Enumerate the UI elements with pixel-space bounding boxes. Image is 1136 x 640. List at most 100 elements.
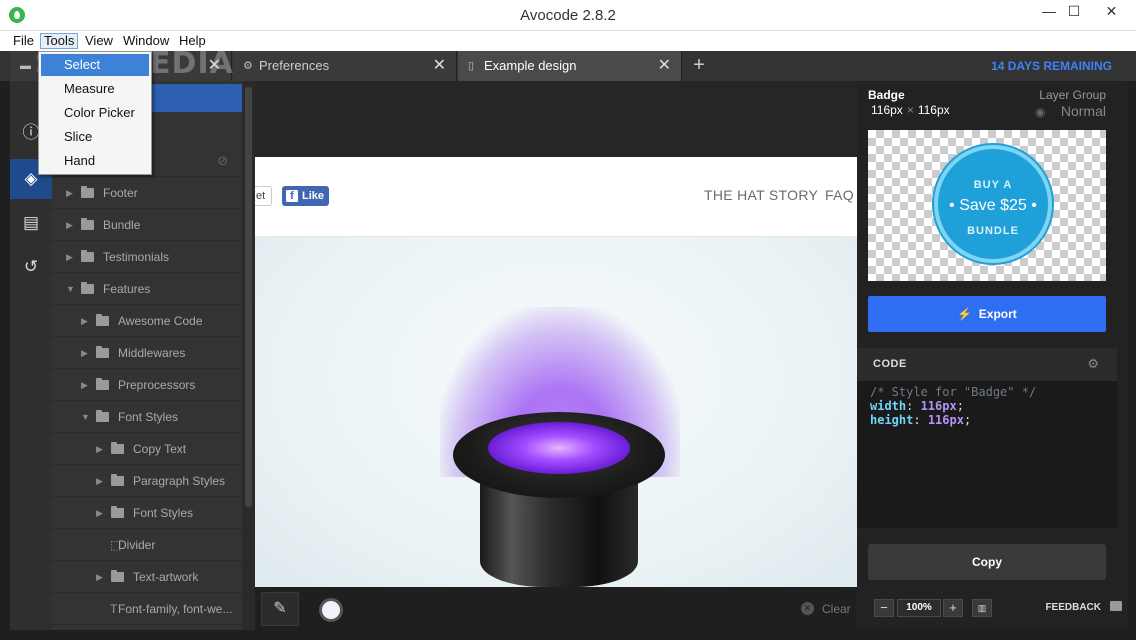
menu-item-color-picker[interactable]: Color Picker [41, 102, 149, 124]
lightning-icon: ⚡ [957, 307, 973, 321]
tab-preferences[interactable]: ⚙ Preferences ✕ [233, 51, 457, 81]
blend-mode: Normal [1060, 103, 1106, 119]
pixel-grid-icon[interactable]: ▥ [972, 599, 992, 617]
menu-item-measure[interactable]: Measure [41, 78, 149, 100]
chevron-right-icon[interactable]: ▶ [96, 465, 103, 497]
chevron-right-icon[interactable]: ▶ [66, 241, 73, 273]
layer-name: Divider [118, 538, 156, 552]
zoom-in-button[interactable]: + [943, 599, 963, 617]
right-edge [1127, 81, 1136, 640]
artboard-nav: et f Like THE HAT STORY FAQ [255, 157, 857, 237]
code-output[interactable]: /* Style for "Badge" */ width: 116px; he… [857, 381, 1117, 528]
layer-name: Features [103, 282, 151, 296]
design-canvas[interactable]: et f Like THE HAT STORY FAQ [255, 81, 857, 587]
chevron-right-icon[interactable]: ▶ [81, 305, 88, 337]
new-tab-button[interactable]: + [690, 51, 708, 81]
badge-line-2: • Save $25 • [949, 197, 1037, 214]
folder-icon [81, 282, 94, 294]
app-window: Avocode 2.8.2 — ☐ ✕ File Tools View Wind… [0, 0, 1136, 640]
layer-row[interactable]: ▶ Copy Text [52, 433, 242, 465]
layer-name: Font Styles [118, 410, 179, 424]
layer-name: Testimonials [103, 250, 170, 264]
tab-example-design-label: Example design [484, 58, 577, 73]
export-button[interactable]: ⚡ Export [868, 296, 1106, 332]
layer-preview: BUY A • Save $25 • BUNDLE [868, 130, 1106, 281]
layer-row[interactable]: ▶ Font Styles [52, 497, 242, 529]
layer-type: Layer Group [1039, 88, 1106, 102]
clear-button[interactable]: Clear [822, 602, 851, 616]
zoom-level[interactable]: 100% [897, 599, 941, 617]
chevron-down-icon[interactable]: ▼ [66, 273, 75, 305]
layer-row[interactable]: ▶ Text-artwork [52, 561, 242, 593]
folder-icon: ▬ [20, 60, 31, 72]
chevron-right-icon[interactable]: ▶ [81, 369, 88, 401]
code-line-width: width: 116px; [870, 399, 964, 413]
folder-icon [111, 474, 124, 486]
feedback-icon[interactable] [1110, 601, 1122, 611]
layer-name: Bundle [103, 218, 141, 232]
folder-icon [81, 218, 94, 230]
nav-link-hat-story: THE HAT STORY [704, 187, 819, 203]
facebook-like-label: Like [302, 190, 325, 202]
layer-row[interactable]: ▶ Testimonials [52, 241, 242, 273]
layer-name: Middlewares [118, 346, 186, 360]
chevron-right-icon[interactable]: ▶ [96, 561, 103, 593]
layer-height: 116px [917, 103, 950, 117]
layer-row[interactable]: ▶ Middlewares [52, 337, 242, 369]
zoom-out-button[interactable]: − [874, 599, 894, 617]
chevron-right-icon[interactable]: ▶ [66, 209, 73, 241]
feedback-button[interactable]: FEEDBACK [1045, 602, 1101, 613]
clear-icon[interactable]: ✕ [801, 602, 814, 615]
tab-example-design[interactable]: ▯ Example design ✕ [458, 51, 682, 81]
layer-size: 116px × 116px [871, 103, 950, 117]
tab-close-button[interactable]: ✕ [433, 51, 446, 81]
comments-icon[interactable]: ▤ [10, 203, 52, 243]
copy-button[interactable]: Copy [868, 544, 1106, 580]
folder-icon [96, 314, 109, 326]
code-header: CODE ⚙ [857, 348, 1117, 381]
layer-row[interactable]: T Font-family, font-we... [52, 593, 242, 625]
chevron-right-icon[interactable]: ▶ [66, 177, 73, 209]
layer-row[interactable]: ▼ Font Styles [52, 401, 242, 433]
tab-close-button[interactable]: ✕ [658, 51, 671, 81]
gear-icon: ⚙ [243, 60, 253, 72]
trial-remaining-link[interactable]: 14 DAYS REMAINING [991, 51, 1112, 81]
title-bar: Avocode 2.8.2 — ☐ ✕ [0, 0, 1136, 31]
folder-icon [96, 378, 109, 390]
chevron-right-icon[interactable]: ▶ [96, 433, 103, 465]
eyedropper-icon[interactable]: ✎ [261, 592, 299, 626]
code-settings-gear-icon[interactable]: ⚙ [1087, 356, 1099, 372]
layer-row[interactable]: ▼ Features [52, 273, 242, 305]
canvas-toolbar: ✎ ✕ Clear [255, 587, 857, 630]
eye-icon[interactable]: ◉ [1035, 105, 1045, 119]
maximize-button[interactable]: ☐ [1060, 0, 1088, 22]
layers-scrollbar[interactable] [242, 81, 255, 630]
layer-row[interactable]: ▶ Paragraph Styles [52, 465, 242, 497]
layer-row[interactable]: ▶ Preprocessors [52, 369, 242, 401]
chevron-right-icon[interactable]: ▶ [96, 497, 103, 529]
chevron-down-icon[interactable]: ▼ [81, 401, 90, 433]
minimize-button[interactable]: — [1035, 0, 1063, 22]
chevron-right-icon[interactable]: ▶ [81, 337, 88, 369]
layer-row[interactable]: ⬚ Divider [52, 529, 242, 561]
layer-name: Text-artwork [133, 570, 199, 584]
close-window-button[interactable]: ✕ [1089, 0, 1134, 22]
badge-line-1: BUY A [973, 179, 1013, 191]
color-swatch[interactable] [319, 598, 343, 622]
scrollbar-thumb[interactable] [245, 87, 252, 507]
menu-item-select[interactable]: Select [41, 54, 149, 76]
window-title: Avocode 2.8.2 [520, 7, 616, 24]
folder-icon [81, 250, 94, 262]
layer-row[interactable]: ▶ Footer [52, 177, 242, 209]
badge-preview: BUY A • Save $25 • BUNDLE [934, 145, 1052, 263]
layer-row[interactable]: ▶ Awesome Code [52, 305, 242, 337]
tools-dropdown-menu: Select Measure Color Picker Slice Hand [38, 51, 152, 175]
history-icon[interactable]: ↺ [10, 247, 52, 287]
layer-row[interactable]: ▶ Bundle [52, 209, 242, 241]
layer-name: Copy Text [133, 442, 187, 456]
menu-item-hand[interactable]: Hand [41, 150, 149, 172]
code-prop: width [870, 399, 907, 413]
menu-file[interactable]: File [10, 33, 37, 49]
eye-hidden-icon[interactable]: ⊘ [217, 145, 228, 177]
menu-item-slice[interactable]: Slice [41, 126, 149, 148]
